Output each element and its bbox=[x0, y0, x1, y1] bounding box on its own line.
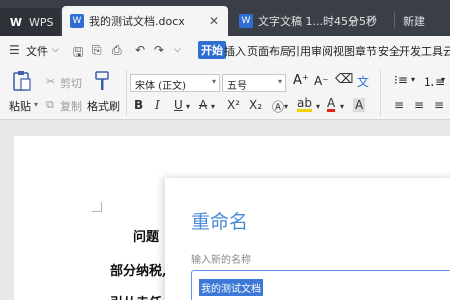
menu-page-layout[interactable]: 页面布局 bbox=[247, 43, 291, 59]
shrink-font-icon[interactable]: A⁻ bbox=[314, 74, 329, 88]
paste-label[interactable]: 粘贴 bbox=[9, 98, 31, 114]
ribbon-divider bbox=[380, 70, 381, 116]
writer-doc-icon: W bbox=[239, 14, 253, 28]
copy-icon[interactable]: ⧉ bbox=[46, 98, 54, 112]
cut-label[interactable]: 剪切 bbox=[60, 75, 82, 91]
format-painter-label[interactable]: 格式刷 bbox=[87, 98, 120, 114]
menu-file[interactable]: 文件 bbox=[26, 43, 48, 59]
document-text-line: 部分纳税, bbox=[110, 264, 167, 279]
close-tab-icon[interactable]: ✕ bbox=[209, 14, 219, 28]
chevron-down-icon[interactable]: ▾ bbox=[284, 102, 288, 111]
new-tab-label: 新建 bbox=[403, 15, 425, 28]
subscript-icon[interactable]: X₂ bbox=[249, 98, 262, 112]
menu-bar: ☰ 文件 ⌵ 🖫 ⎘ ⎙ ↶ ↷ ⌵ 开始 插入 页面布局 引用 审阅 视图 章… bbox=[0, 36, 450, 64]
font-size-value: 五号 bbox=[227, 81, 247, 92]
align-left-icon[interactable]: ≡ bbox=[394, 98, 404, 112]
format-painter-icon[interactable] bbox=[93, 70, 111, 92]
menu-section[interactable]: 章节 bbox=[355, 43, 377, 59]
selected-name-text: 我的测试文档 bbox=[199, 279, 263, 296]
chevron-down-icon[interactable]: ▾ bbox=[211, 102, 215, 111]
menu-home[interactable]: 开始 bbox=[198, 41, 226, 59]
tab-bar: W WPS W 我的测试文档.docx ✕ W 文字文稿 1...时45分5秒 … bbox=[0, 0, 450, 36]
new-name-input[interactable]: 我的测试文档 bbox=[191, 270, 450, 300]
font-size-select[interactable]: 五号 ▾ bbox=[222, 74, 286, 92]
dialog-title: 重命名 bbox=[191, 211, 249, 233]
wps-logo-icon: W bbox=[9, 15, 23, 29]
undo-icon[interactable]: ↶ bbox=[135, 43, 145, 57]
rename-dialog: 重命名 输入新的名称 我的测试文档 bbox=[165, 178, 450, 300]
underline-icon[interactable]: U bbox=[174, 98, 183, 112]
wps-window: W WPS W 我的测试文档.docx ✕ W 文字文稿 1...时45分5秒 … bbox=[0, 0, 450, 300]
italic-icon[interactable]: I bbox=[155, 98, 160, 112]
align-right-icon[interactable]: ≡ bbox=[434, 98, 444, 112]
print-icon[interactable]: ⎙ bbox=[112, 43, 122, 58]
menu-insert[interactable]: 插入 bbox=[224, 43, 246, 59]
copy-label[interactable]: 复制 bbox=[60, 98, 82, 114]
superscript-icon[interactable]: X² bbox=[227, 98, 240, 112]
text-effect-icon[interactable]: Ⓐ bbox=[272, 98, 284, 115]
ribbon-home: 粘贴 ▾ ✂ 剪切 ⧉ 复制 格式刷 宋体 (正文) ▾ 五号 ▾ A⁺ A⁻ … bbox=[0, 64, 450, 120]
chevron-down-icon[interactable]: ▾ bbox=[340, 102, 344, 111]
redo-icon[interactable]: ↷ bbox=[154, 43, 164, 57]
tab-wps-label: WPS bbox=[29, 15, 54, 29]
chevron-down-icon[interactable]: ⌵ bbox=[52, 45, 59, 55]
font-name-value: 宋体 (正文) bbox=[135, 81, 186, 92]
document-text-line: 引从走任 bbox=[110, 292, 162, 300]
menu-security[interactable]: 安全 bbox=[378, 43, 400, 59]
page-margin-marker bbox=[92, 202, 102, 212]
tab-document-label: 我的测试文档.docx bbox=[89, 15, 185, 28]
highlight-icon[interactable]: ab bbox=[297, 97, 312, 112]
cut-icon[interactable]: ✂ bbox=[46, 75, 55, 88]
document-text-line: 问题 bbox=[133, 230, 160, 245]
chevron-down-icon[interactable]: ▾ bbox=[316, 102, 320, 111]
close-tab-icon[interactable]: ✕ bbox=[369, 14, 377, 25]
new-name-label: 输入新的名称 bbox=[191, 255, 251, 266]
tab-document-2[interactable]: W 文字文稿 1...时45分5秒 ⚲ ✕ bbox=[233, 6, 391, 36]
menu-references[interactable]: 引用 bbox=[289, 43, 311, 59]
writer-doc-icon: W bbox=[70, 14, 84, 28]
save-icon[interactable]: 🖫 bbox=[73, 43, 83, 64]
menu-view[interactable]: 视图 bbox=[333, 43, 355, 59]
menu-review[interactable]: 审阅 bbox=[311, 43, 333, 59]
export-pdf-icon[interactable]: ⎘ bbox=[92, 43, 102, 58]
align-center-icon[interactable]: ≡ bbox=[414, 98, 424, 112]
font-color-icon[interactable]: A bbox=[327, 97, 336, 112]
strikethrough-icon[interactable]: A bbox=[199, 98, 207, 112]
chevron-down-icon[interactable]: ▾ bbox=[186, 102, 190, 111]
font-name-select[interactable]: 宋体 (正文) ▾ bbox=[130, 74, 220, 92]
grow-font-icon[interactable]: A⁺ bbox=[293, 73, 309, 88]
pinyin-guide-icon[interactable]: 文 bbox=[357, 73, 369, 90]
ribbon-divider bbox=[126, 70, 127, 116]
chevron-down-icon: ▾ bbox=[277, 77, 282, 86]
new-tab-button[interactable]: 新建 bbox=[397, 6, 450, 36]
chevron-down-icon[interactable]: ▾ bbox=[34, 100, 38, 109]
tab-wps-home[interactable]: W WPS bbox=[0, 8, 60, 36]
clear-format-icon[interactable]: ⌫ bbox=[335, 72, 353, 87]
tab-document-active[interactable]: W 我的测试文档.docx ✕ bbox=[62, 6, 228, 36]
chevron-down-icon[interactable]: ▾ bbox=[441, 75, 445, 84]
bold-icon[interactable]: B bbox=[134, 98, 143, 112]
hamburger-menu-icon[interactable]: ☰ bbox=[9, 43, 20, 57]
menu-developer[interactable]: 开发工具 bbox=[399, 43, 443, 59]
pin-icon[interactable]: ⚲ bbox=[348, 14, 357, 28]
character-shading-icon[interactable]: A bbox=[353, 98, 366, 112]
menu-cloud[interactable]: 云 bbox=[443, 43, 450, 59]
paste-icon[interactable] bbox=[12, 70, 32, 92]
chevron-down-icon[interactable]: ▾ bbox=[411, 75, 415, 84]
bullet-list-icon[interactable]: ⁝≡ bbox=[394, 73, 408, 87]
tab-document-2-label: 文字文稿 1...时45分5秒 bbox=[258, 15, 377, 28]
chevron-down-icon[interactable]: ⌵ bbox=[174, 45, 181, 55]
tab-divider bbox=[394, 12, 395, 28]
chevron-down-icon: ▾ bbox=[211, 77, 216, 86]
